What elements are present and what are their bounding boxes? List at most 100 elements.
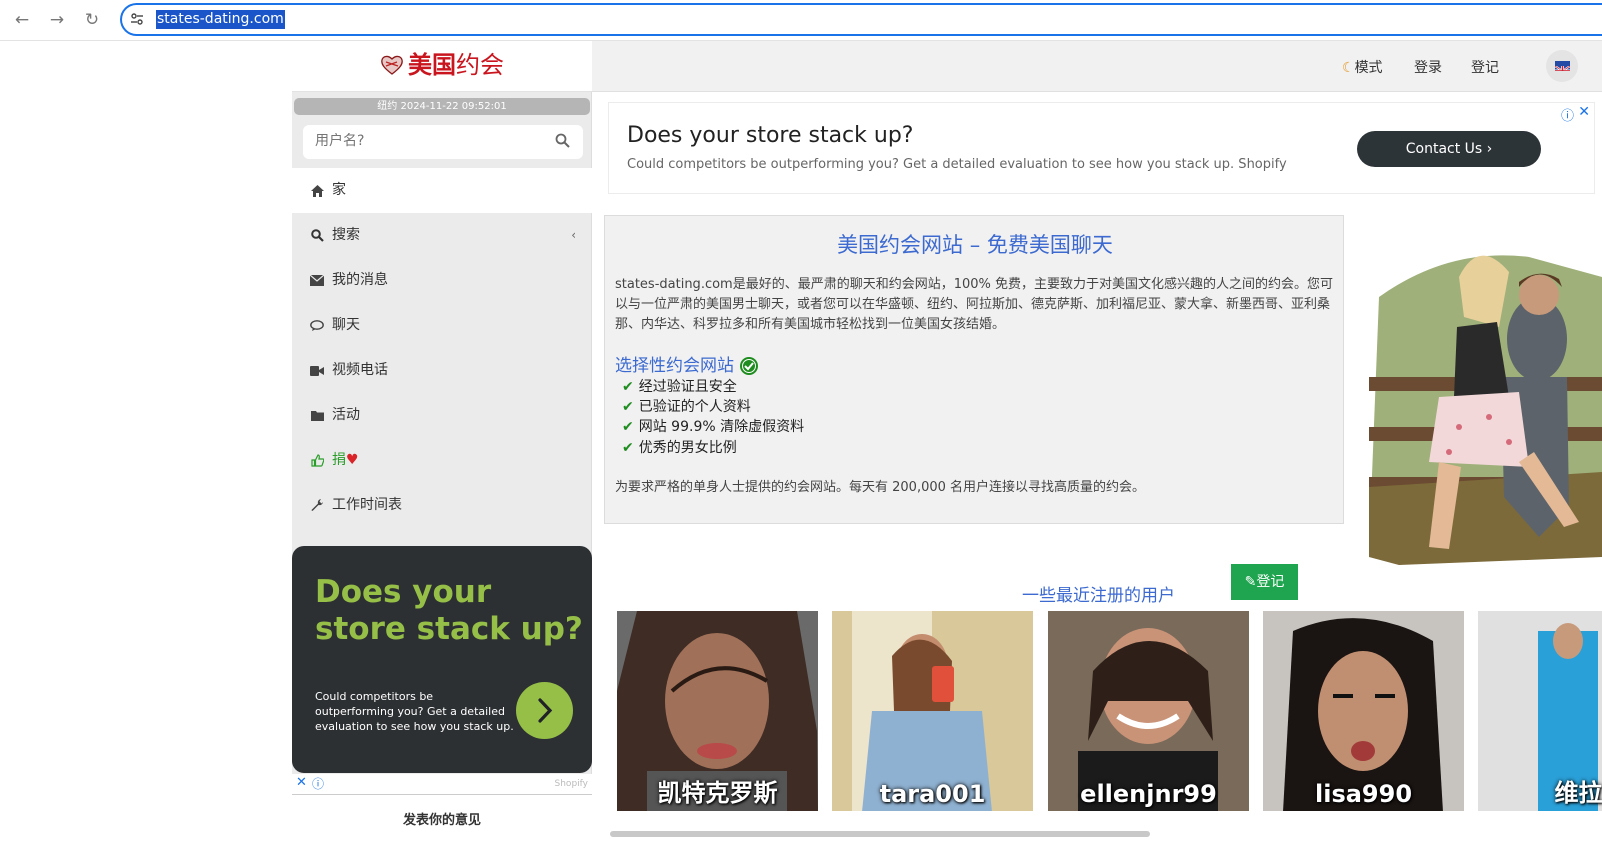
moon-icon: ☾ xyxy=(1342,60,1355,76)
user-card[interactable]: lisa990 xyxy=(1263,611,1464,811)
sidebar-item-label: 活动 xyxy=(332,407,360,423)
top-ad-subtext: Could competitors be outperforming you? … xyxy=(627,157,1287,172)
browser-toolbar: ← → ↻ states-dating.com xyxy=(0,0,1602,41)
user-card[interactable]: 凯特克罗斯 xyxy=(617,611,818,811)
site-settings-icon[interactable] xyxy=(130,12,146,28)
top-ad[interactable]: Does your store stack up? Could competit… xyxy=(608,102,1595,194)
contact-us-label: Contact Us xyxy=(1405,141,1483,157)
sidebar-item-chat[interactable]: 聊天 xyxy=(292,303,592,348)
sidebar-item-work-schedule[interactable]: 工作时间表 xyxy=(292,483,592,528)
close-icon[interactable]: ✕ xyxy=(1578,104,1590,120)
user-card[interactable]: ellenjnr99 xyxy=(1048,611,1249,811)
uk-flag-icon xyxy=(1555,61,1570,71)
info-icon[interactable]: ⓘ xyxy=(312,775,324,792)
user-name[interactable]: 凯特克罗斯 xyxy=(617,773,818,808)
check-item: ✔ 优秀的男女比例 xyxy=(622,437,737,457)
user-name[interactable]: lisa990 xyxy=(1263,780,1464,808)
check-item: ✔ 网站 99.9% 清除虚假资料 xyxy=(622,416,804,436)
check-icon: ✔ xyxy=(622,419,634,435)
back-icon[interactable]: ← xyxy=(10,8,34,32)
sidebar-menu: 家 搜索 ‹ 我的消息 聊天 视频电话 活动 捐♥ 工作时间表 xyxy=(292,168,592,528)
sidebar-item-label: 捐 xyxy=(332,452,346,468)
feedback-link[interactable]: 发表你的意见 xyxy=(292,794,592,841)
sidebar-item-events[interactable]: 活动 xyxy=(292,393,592,438)
thumbs-up-icon xyxy=(309,438,325,483)
intro-panel: 美国约会网站 – 免费美国聊天 states-dating.com是最好的、最严… xyxy=(604,215,1344,524)
ad-brand: Shopify xyxy=(554,779,588,789)
chevron-right-icon: › xyxy=(1486,141,1493,157)
search-icon xyxy=(309,213,325,258)
sidebar-item-home[interactable]: 家 xyxy=(292,168,592,213)
home-icon xyxy=(309,168,325,213)
sidebar-ad[interactable]: Does your store stack up? Could competit… xyxy=(292,546,592,773)
close-icon[interactable]: ✕ xyxy=(296,775,307,790)
envelope-icon xyxy=(309,258,325,303)
check-item-label: 经过验证且安全 xyxy=(638,379,737,395)
sidebar-ad-footer: ✕ ⓘ Shopify xyxy=(292,774,592,794)
contact-us-button[interactable]: Contact Us › xyxy=(1357,131,1541,167)
site-name-rest: 约会 xyxy=(456,51,504,79)
sidebar-ad-go-button[interactable] xyxy=(516,682,573,739)
check-icon: ✔ xyxy=(622,399,634,415)
theme-mode-toggle[interactable]: ☾模式 xyxy=(1342,57,1383,77)
check-icon: ✔ xyxy=(622,379,634,395)
left-margin xyxy=(0,41,292,841)
address-bar[interactable]: states-dating.com xyxy=(120,3,1602,36)
sidebar-item-donate[interactable]: 捐♥ xyxy=(292,438,592,483)
wrench-icon xyxy=(309,483,325,528)
intro-paragraph: states-dating.com是最好的、最严肃的聊天和约会网站，100% 免… xyxy=(615,277,1334,332)
user-name[interactable]: 维拉 xyxy=(1478,773,1602,808)
site-name: 美国约会 xyxy=(408,50,504,80)
sidebar-ad-subtext: Could competitors be outperforming you? … xyxy=(315,690,514,733)
check-item-label: 网站 99.9% 清除虚假资料 xyxy=(638,419,805,435)
brand-header[interactable]: 美国约会 xyxy=(292,41,592,92)
selective-dating-heading: 选择性约会网站 xyxy=(615,351,759,376)
reload-icon[interactable]: ↻ xyxy=(80,8,104,32)
user-name[interactable]: tara001 xyxy=(832,780,1033,808)
heart-logo-icon xyxy=(379,54,405,78)
user-name[interactable]: ellenjnr99 xyxy=(1048,780,1249,808)
heart-icon: ♥ xyxy=(346,452,359,468)
folder-icon xyxy=(309,393,325,438)
intro-title: 美国约会网站 – 免费美国聊天 xyxy=(837,233,1113,257)
sidebar-item-label: 工作时间表 xyxy=(332,497,402,513)
login-link[interactable]: 登录 xyxy=(1414,57,1442,77)
chevron-left-icon[interactable]: ‹ xyxy=(571,213,576,258)
username-search xyxy=(303,125,583,159)
url-text[interactable]: states-dating.com xyxy=(156,10,285,29)
mode-label: 模式 xyxy=(1354,60,1383,76)
sidebar-item-label: 我的消息 xyxy=(332,272,388,288)
chat-icon xyxy=(309,303,325,348)
clock-bar: 纽约 2024-11-22 09:52:01 xyxy=(294,98,590,115)
user-card[interactable]: tara001 xyxy=(832,611,1033,811)
sidebar-item-video-call[interactable]: 视频电话 xyxy=(292,348,592,393)
recent-users-list: 凯特克罗斯 tara001 ellenjnr99 lisa990 维拉 xyxy=(604,611,1602,811)
sidebar-item-search[interactable]: 搜索 ‹ xyxy=(292,213,592,258)
couple-photo xyxy=(1369,237,1602,565)
site-name-bold: 美国 xyxy=(408,51,456,79)
search-icon[interactable] xyxy=(555,133,571,149)
selective-dating-label: 选择性约会网站 xyxy=(615,356,734,376)
forward-icon[interactable]: → xyxy=(45,8,69,32)
check-icon: ✔ xyxy=(622,440,634,456)
language-selector[interactable] xyxy=(1546,50,1578,82)
check-item: ✔ 经过验证且安全 xyxy=(622,376,737,396)
intro-footer-text: 为要求严格的单身人士提供的约会网站。每天有 200,000 名用户连接以寻找高质… xyxy=(615,480,1146,495)
verified-badge-icon xyxy=(739,356,759,376)
sidebar-item-messages[interactable]: 我的消息 xyxy=(292,258,592,303)
sidebar-item-label: 聊天 xyxy=(332,317,360,333)
sidebar-item-label: 视频电话 xyxy=(332,362,388,378)
sidebar-item-label: 搜索 xyxy=(332,227,360,243)
check-item: ✔ 已验证的个人资料 xyxy=(622,396,751,416)
sidebar: 美国约会 纽约 2024-11-22 09:52:01 家 搜索 ‹ xyxy=(292,41,592,841)
user-card[interactable]: 维拉 xyxy=(1478,611,1602,811)
horizontal-scrollbar[interactable] xyxy=(610,831,1150,837)
sidebar-item-label: 家 xyxy=(332,182,346,198)
recent-users-heading: 一些最近注册的用户 xyxy=(1022,586,1175,606)
info-icon[interactable]: ⓘ xyxy=(1561,105,1574,124)
username-search-input[interactable] xyxy=(315,133,545,149)
check-item-label: 已验证的个人资料 xyxy=(638,399,751,415)
top-nav: ☾模式 登录 登记 xyxy=(592,41,1602,92)
sidebar-ad-headline: Does your store stack up? xyxy=(315,574,583,647)
register-link[interactable]: 登记 xyxy=(1471,57,1499,77)
